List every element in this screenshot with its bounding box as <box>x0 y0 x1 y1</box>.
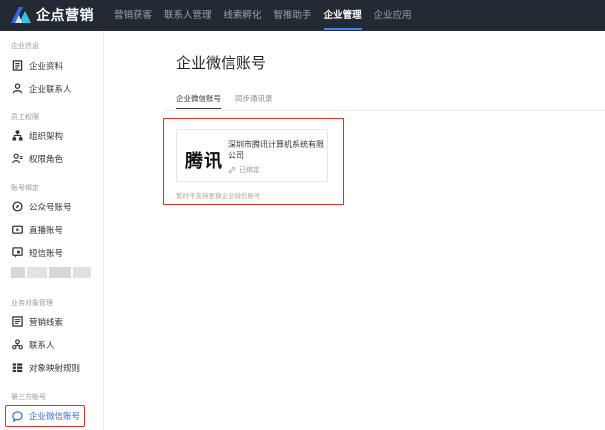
wecom-account-card[interactable]: 腾讯 深圳市腾讯计算机系统有限公司 已绑定 <box>176 129 328 182</box>
sidebar-item-org-structure[interactable]: 组织架构 <box>8 126 96 145</box>
mapping-icon <box>11 362 23 374</box>
sidebar-item-sms-account[interactable]: 短信账号 <box>8 243 96 262</box>
sidebar-item-wecom-account[interactable]: 企业微信账号 <box>5 405 85 427</box>
document-icon <box>11 60 23 72</box>
binding-status: 已绑定 <box>228 165 260 175</box>
page-title: 企业微信账号 <box>176 54 267 72</box>
compass-icon <box>11 201 23 213</box>
tab-bar: 企业微信账号 同步通讯录 <box>176 93 287 111</box>
sidebar-item-official-account[interactable]: 公众号账号 <box>8 197 96 216</box>
contacts-icon <box>11 339 23 351</box>
sidebar-item-object-mapping[interactable]: 对象映射规则 <box>8 358 96 377</box>
company-logo: 腾讯 <box>185 151 223 172</box>
sidebar-item-label: 组织架构 <box>29 131 64 142</box>
sidebar-item-label: 直播账号 <box>29 225 64 236</box>
main-nav: 营销获客 联系人管理 线索孵化 智推助手 企业管理 企业应用 <box>108 0 418 31</box>
sidebar-item-contacts[interactable]: 联系人 <box>8 335 96 354</box>
sidebar-group-title: 第三方账号 <box>11 393 46 401</box>
sidebar-group-title: 业务对象管理 <box>11 299 53 307</box>
sidebar-item-label: 营销线索 <box>29 317 64 328</box>
company-name: 深圳市腾讯计算机系统有限公司 <box>228 140 324 160</box>
top-navigation-bar: 企点营销 营销获客 联系人管理 线索孵化 智推助手 企业管理 企业应用 <box>0 0 605 31</box>
sidebar-item-live-account[interactable]: 直播账号 <box>8 220 96 239</box>
user-icon <box>11 83 23 95</box>
org-tree-icon <box>11 130 23 142</box>
sidebar-item-label: 企业资料 <box>29 61 64 72</box>
tab-wecom-account[interactable]: 企业微信账号 <box>176 93 221 109</box>
brand-name: 企点营销 <box>36 8 94 24</box>
sidebar-item-label: 公众号账号 <box>29 202 72 213</box>
nav-item-contact-management[interactable]: 联系人管理 <box>158 0 218 31</box>
nav-item-enterprise-apps[interactable]: 企业应用 <box>368 0 418 31</box>
nav-item-lead-nurturing[interactable]: 线索孵化 <box>218 0 268 31</box>
redacted-sidebar-item <box>11 267 91 278</box>
sidebar: 企业信息 企业资料 企业联系人 员工权限 组织架构 权限角色 账号绑定 公众号账… <box>0 31 104 430</box>
live-icon <box>11 224 23 236</box>
sidebar-item-company-profile[interactable]: 企业资料 <box>8 56 96 75</box>
clue-icon <box>11 316 23 328</box>
brand-mark-icon <box>11 7 31 23</box>
user-role-icon <box>11 153 23 165</box>
nav-item-enterprise-management[interactable]: 企业管理 <box>318 0 368 31</box>
nav-item-marketing-acquisition[interactable]: 营销获客 <box>108 0 158 31</box>
sidebar-item-roles[interactable]: 权限角色 <box>8 149 96 168</box>
brand-logo[interactable]: 企点营销 <box>10 5 94 25</box>
sidebar-item-label: 对象映射规则 <box>29 363 81 374</box>
sidebar-item-label: 联系人 <box>29 340 55 351</box>
tab-divider <box>164 110 605 111</box>
sidebar-item-company-contacts[interactable]: 企业联系人 <box>8 79 96 98</box>
nav-item-smart-assistant[interactable]: 智推助手 <box>268 0 318 31</box>
binding-status-text: 已绑定 <box>239 166 260 174</box>
sidebar-group-title: 账号绑定 <box>11 184 39 192</box>
sidebar-item-label: 短信账号 <box>29 248 64 259</box>
sidebar-group-title: 员工权限 <box>11 113 39 121</box>
sidebar-item-label: 权限角色 <box>29 154 64 165</box>
tab-sync-contacts[interactable]: 同步通讯录 <box>235 93 273 109</box>
sidebar-group-title: 企业信息 <box>11 42 39 50</box>
chat-bubble-icon <box>11 410 23 422</box>
sidebar-item-label: 企业联系人 <box>29 84 72 95</box>
sms-icon <box>11 247 23 259</box>
sidebar-item-marketing-leads[interactable]: 营销线索 <box>8 312 96 331</box>
account-change-hint: 暂时不支持更换企业微信账号 <box>176 192 261 200</box>
sidebar-item-label: 企业微信账号 <box>29 412 81 422</box>
link-icon <box>228 166 236 174</box>
